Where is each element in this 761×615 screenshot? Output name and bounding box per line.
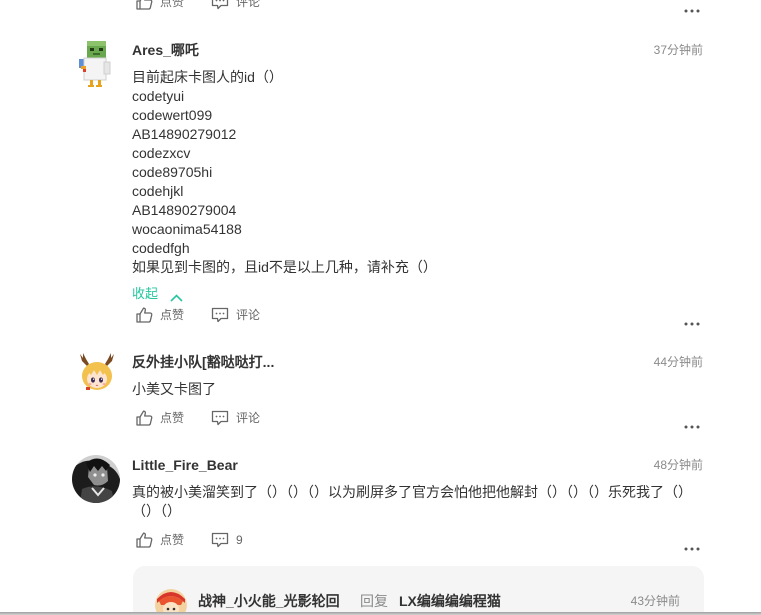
collapse-label: 收起 bbox=[132, 286, 159, 301]
like-button[interactable]: 点赞 bbox=[136, 409, 186, 427]
comment-count: 9 bbox=[236, 533, 243, 547]
content-line: codetyui bbox=[132, 88, 185, 104]
comment-bubble-icon bbox=[211, 307, 229, 328]
thumbs-up-icon bbox=[136, 532, 153, 553]
reply-label: 回复 bbox=[360, 593, 388, 609]
comment-bubble-icon bbox=[211, 410, 229, 431]
thumbs-up-icon bbox=[136, 410, 153, 431]
like-label: 点赞 bbox=[160, 308, 185, 322]
comment-content: 真的被小美溜笑到了（）（）（）以为刷屏多了官方会怕他把他解封（）（）（）乐死我了… bbox=[132, 484, 692, 519]
thumbs-up-icon bbox=[136, 307, 153, 328]
content-line: 如果见到卡图的，且id不是以上几种，请补充（） bbox=[132, 259, 437, 275]
like-button[interactable]: 点赞 bbox=[136, 531, 186, 549]
content-line: 小美又卡图了 bbox=[132, 381, 216, 397]
comment-time: 37分钟前 bbox=[653, 43, 703, 57]
more-dots-icon bbox=[684, 313, 700, 331]
comment-button[interactable]: 评论 bbox=[211, 409, 263, 427]
more-options-button[interactable] bbox=[682, 409, 702, 429]
comment-button[interactable]: 评论 bbox=[211, 306, 263, 324]
username[interactable]: Little_Fire_Bear bbox=[132, 457, 238, 473]
thumbs-up-icon bbox=[136, 0, 153, 15]
content-line: wocaonima54188 bbox=[132, 221, 242, 237]
like-label: 点赞 bbox=[160, 533, 185, 547]
collapse-toggle[interactable]: 收起 bbox=[132, 286, 183, 302]
comment-item: Ares_哪吒 37分钟前 目前起床卡图人的id（） codetyui code… bbox=[0, 40, 761, 326]
comment-content: 目前起床卡图人的id（） codetyui codewert099 AB1489… bbox=[132, 68, 437, 277]
comment-bubble-icon bbox=[211, 0, 229, 15]
more-options-button[interactable] bbox=[682, 531, 702, 551]
comment-button[interactable]: 评论 bbox=[211, 0, 263, 11]
comment-label: 评论 bbox=[236, 0, 261, 9]
comment-time: 44分钟前 bbox=[653, 355, 703, 369]
content-line: codehjkl bbox=[132, 183, 184, 199]
avatar[interactable] bbox=[78, 40, 112, 93]
content-line: codezxcv bbox=[132, 145, 191, 161]
chevron-up-icon bbox=[170, 290, 183, 302]
reply-time: 43分钟前 bbox=[630, 594, 680, 608]
more-dots-icon bbox=[684, 416, 700, 434]
comment-time: 48分钟前 bbox=[653, 458, 703, 472]
like-label: 点赞 bbox=[160, 411, 185, 425]
content-line: 目前起床卡图人的id（） bbox=[132, 69, 283, 85]
more-dots-icon bbox=[684, 0, 700, 18]
comment-label: 评论 bbox=[236, 308, 261, 322]
avatar[interactable] bbox=[78, 352, 116, 397]
like-label: 点赞 bbox=[160, 0, 185, 9]
reply-to-username[interactable]: LX编编编编程猫 bbox=[399, 593, 501, 609]
comment-content: 小美又卡图了 bbox=[132, 380, 216, 399]
more-dots-icon bbox=[684, 538, 700, 556]
avatar[interactable] bbox=[72, 455, 120, 508]
reply-preview: 战神_小火能_光影轮回 回复 LX编编编编程猫 43分钟前 bbox=[133, 566, 704, 615]
comment-bubble-icon bbox=[211, 532, 229, 553]
comment-item: Little_Fire_Bear 48分钟前 真的被小美溜笑到了（）（）（）以为… bbox=[0, 455, 761, 615]
content-line: AB14890279012 bbox=[132, 126, 237, 142]
comment-label: 评论 bbox=[236, 411, 261, 425]
username[interactable]: 反外挂小队[豁哒哒打... bbox=[132, 354, 274, 370]
previous-comment-actions: 点赞 评论 bbox=[0, 0, 761, 13]
content-line: code89705hi bbox=[132, 164, 213, 180]
comment-actions: 点赞 9 bbox=[0, 531, 761, 551]
more-options-button[interactable] bbox=[682, 306, 702, 326]
username[interactable]: Ares_哪吒 bbox=[132, 42, 199, 58]
content-line: codewert099 bbox=[132, 107, 213, 123]
reply-username[interactable]: 战神_小火能_光影轮回 bbox=[198, 593, 340, 609]
like-button[interactable]: 点赞 bbox=[136, 306, 186, 324]
comment-actions: 点赞 评论 bbox=[0, 306, 761, 326]
comment-item: 反外挂小队[豁哒哒打... 44分钟前 小美又卡图了 点赞 评论 bbox=[0, 352, 761, 429]
comment-actions: 点赞 评论 bbox=[0, 409, 761, 429]
like-button[interactable]: 点赞 bbox=[136, 0, 186, 11]
more-options-button[interactable] bbox=[682, 0, 702, 13]
content-line: codedfgh bbox=[132, 240, 190, 256]
content-line: AB14890279004 bbox=[132, 202, 237, 218]
comment-button[interactable]: 9 bbox=[211, 531, 263, 549]
